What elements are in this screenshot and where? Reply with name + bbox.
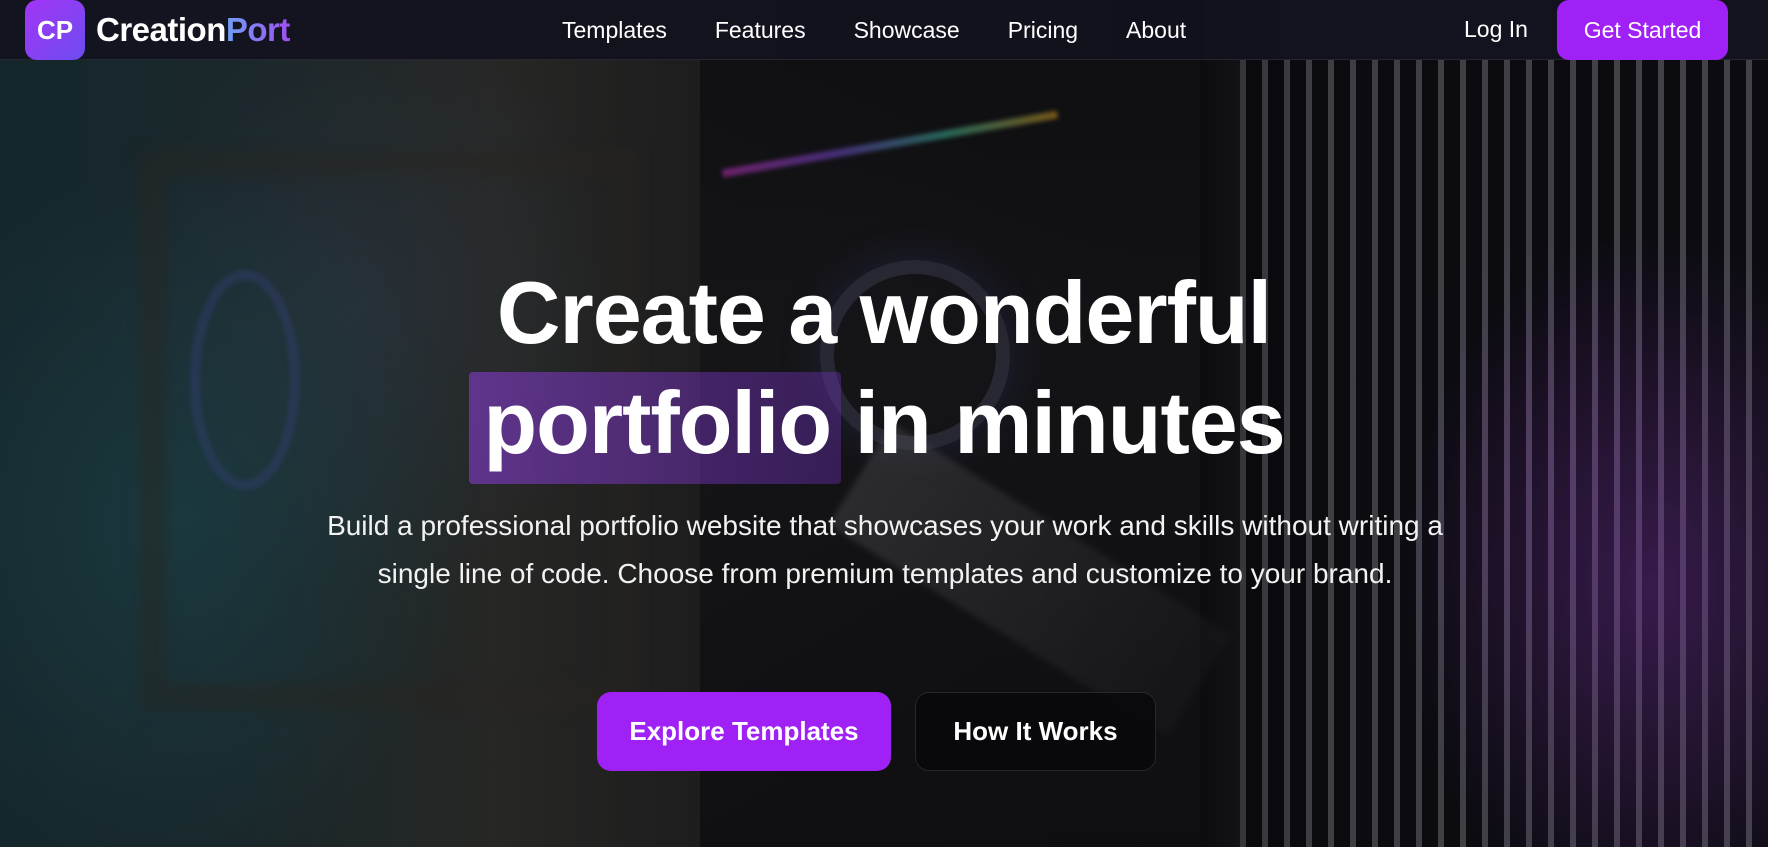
logo-wordmark-part1: Creation xyxy=(96,11,226,48)
logo-wordmark[interactable]: CreationPort xyxy=(96,12,290,48)
nav-link-templates[interactable]: Templates xyxy=(562,17,667,44)
top-nav: CP CreationPort Templates Features Showc… xyxy=(0,0,1768,60)
hero-title-highlight-text: portfolio xyxy=(483,373,832,472)
hero-title-line1: Create a wonderful xyxy=(496,263,1272,362)
how-it-works-button[interactable]: How It Works xyxy=(915,692,1156,771)
hero-title-highlight: portfolio xyxy=(469,368,842,484)
nav-link-pricing[interactable]: Pricing xyxy=(1008,17,1078,44)
hero-title: Create a wonderful portfolio in minutes xyxy=(0,258,1768,484)
logo-badge[interactable]: CP xyxy=(25,0,85,60)
explore-templates-button[interactable]: Explore Templates xyxy=(597,692,891,771)
nav-links: Templates Features Showcase Pricing Abou… xyxy=(562,0,1234,60)
get-started-button[interactable]: Get Started xyxy=(1557,0,1728,60)
logo-wordmark-part2: Port xyxy=(225,11,291,48)
hero-title-rest: in minutes xyxy=(831,373,1286,472)
landing-page: CP CreationPort Templates Features Showc… xyxy=(0,0,1768,847)
nav-link-about[interactable]: About xyxy=(1126,17,1186,44)
hero-title-line2: portfolio in minutes xyxy=(0,368,1768,484)
login-link[interactable]: Log In xyxy=(1464,16,1528,43)
hero-subtitle: Build a professional portfolio website t… xyxy=(327,510,1443,589)
nav-link-features[interactable]: Features xyxy=(715,17,806,44)
nav-link-showcase[interactable]: Showcase xyxy=(854,17,960,44)
